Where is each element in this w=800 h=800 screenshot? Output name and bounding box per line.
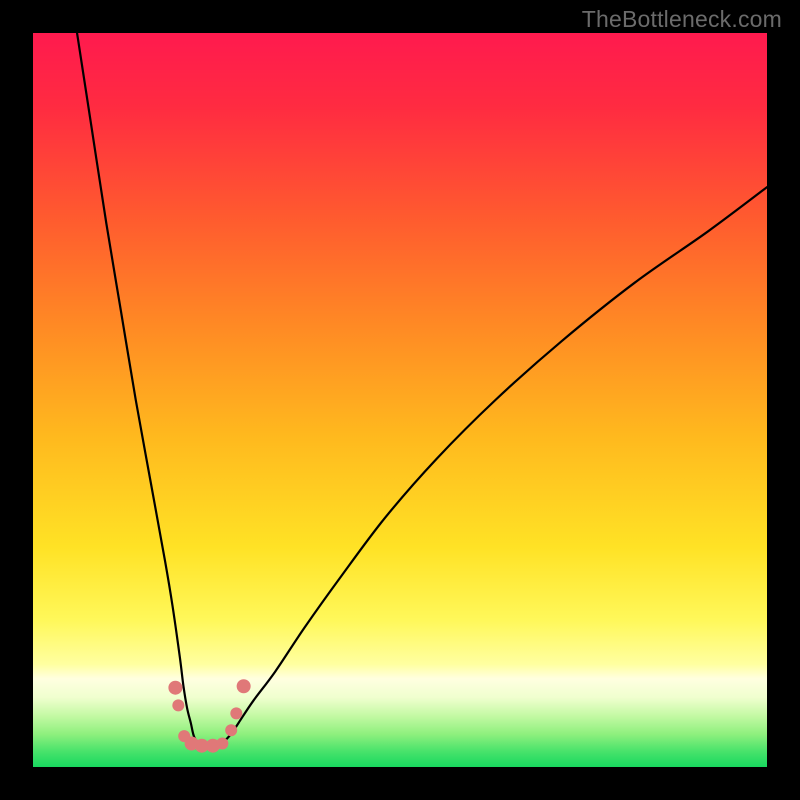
dominant-point (225, 724, 237, 736)
dominant-point (237, 679, 251, 693)
root-frame: TheBottleneck.com (0, 0, 800, 800)
dominant-points (168, 679, 250, 752)
dominant-point (230, 707, 242, 719)
bottleneck-curve (77, 33, 767, 746)
dominant-point (172, 699, 184, 711)
curve-layer (33, 33, 767, 767)
watermark-text: TheBottleneck.com (582, 6, 782, 33)
dominant-point (216, 738, 228, 750)
dominant-point (168, 681, 182, 695)
plot-area (33, 33, 767, 767)
